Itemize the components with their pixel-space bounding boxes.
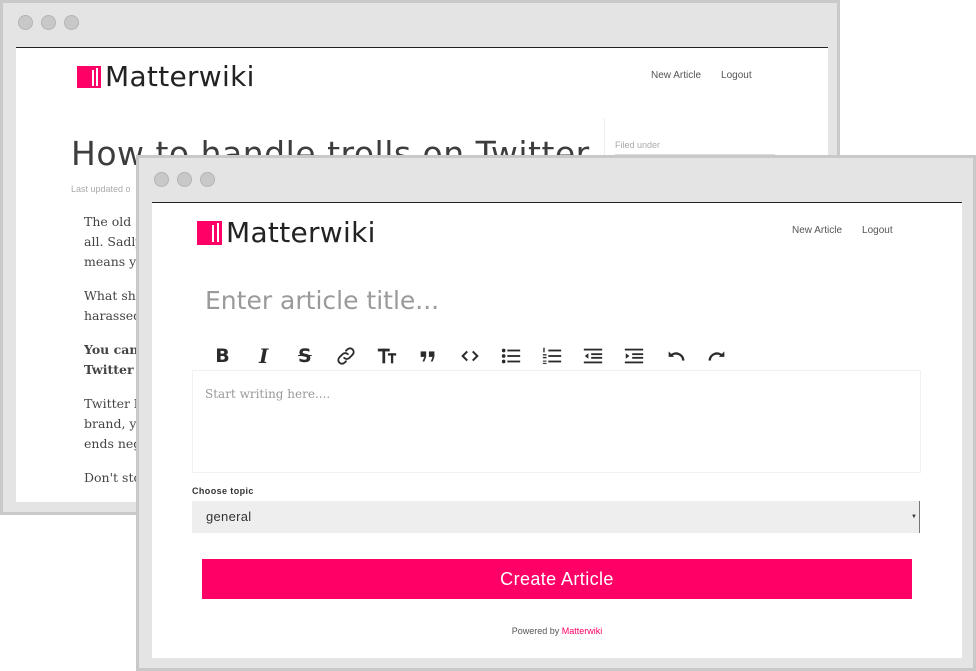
front-browser-window: Matterwiki New Article Logout B I S <box>136 155 976 671</box>
window-dot[interactable] <box>41 15 56 30</box>
heading-icon <box>378 348 397 364</box>
indent-button[interactable] <box>618 343 651 369</box>
footer: Powered by Matterwiki <box>152 626 962 636</box>
italic-button[interactable]: I <box>247 343 280 369</box>
heading-button[interactable] <box>371 343 404 369</box>
window-dot[interactable] <box>200 172 215 187</box>
bulleted-list-button[interactable] <box>494 343 527 369</box>
window-controls <box>18 15 79 30</box>
quote-icon <box>421 351 435 362</box>
italic-icon: I <box>259 344 269 368</box>
last-updated: Last updated o <box>71 184 131 194</box>
bold-icon: B <box>215 345 230 367</box>
strikethrough-button[interactable]: S <box>288 343 321 369</box>
brand[interactable]: Matterwiki <box>77 60 255 93</box>
quote-button[interactable] <box>412 343 445 369</box>
undo-icon <box>668 351 685 361</box>
book-logo-icon <box>197 220 222 245</box>
indent-icon <box>625 348 644 364</box>
window-dot[interactable] <box>177 172 192 187</box>
front-viewport: Matterwiki New Article Logout B I S <box>152 202 962 658</box>
dropdown-arrow-icon: ▼ <box>911 514 917 520</box>
strikethrough-icon: S <box>298 345 312 367</box>
create-article-button[interactable]: Create Article <box>202 559 912 599</box>
window-dot[interactable] <box>64 15 79 30</box>
article-body-editor[interactable]: Start writing here.... <box>192 370 921 473</box>
link-button[interactable] <box>330 343 363 369</box>
brand[interactable]: Matterwiki <box>197 216 376 249</box>
nav-new-article[interactable]: New Article <box>792 225 842 236</box>
outdent-button[interactable] <box>577 343 610 369</box>
top-nav: New Article Logout <box>792 225 893 236</box>
nav-logout[interactable]: Logout <box>862 225 893 236</box>
numbered-list-button[interactable] <box>536 343 569 369</box>
topic-select[interactable]: general ▼ <box>192 501 920 533</box>
filed-under-label: Filed under <box>615 140 775 155</box>
bulleted-list-icon <box>501 348 520 364</box>
brand-name: Matterwiki <box>226 216 376 249</box>
nav-new-article[interactable]: New Article <box>651 70 701 81</box>
outdent-icon <box>584 348 603 364</box>
footer-text: Powered by <box>511 626 562 636</box>
code-icon <box>460 350 479 362</box>
link-icon <box>337 347 355 365</box>
window-dot[interactable] <box>18 15 33 30</box>
redo-icon <box>708 351 725 361</box>
editor-placeholder: Start writing here.... <box>205 387 331 401</box>
window-controls <box>154 172 215 187</box>
window-dot[interactable] <box>154 172 169 187</box>
book-logo-icon <box>77 65 101 88</box>
numbered-list-icon <box>542 347 562 364</box>
code-button[interactable] <box>453 343 486 369</box>
undo-button[interactable] <box>659 343 692 369</box>
topic-label: Choose topic <box>192 486 254 496</box>
redo-button[interactable] <box>700 343 733 369</box>
bold-button[interactable]: B <box>206 343 239 369</box>
top-nav: New Article Logout <box>651 70 752 81</box>
nav-logout[interactable]: Logout <box>721 70 752 81</box>
brand-name: Matterwiki <box>105 60 255 93</box>
editor-toolbar: B I S <box>206 343 741 369</box>
article-title-input[interactable] <box>205 286 905 315</box>
footer-link[interactable]: Matterwiki <box>562 626 603 636</box>
topic-selected-value: general <box>206 509 252 524</box>
